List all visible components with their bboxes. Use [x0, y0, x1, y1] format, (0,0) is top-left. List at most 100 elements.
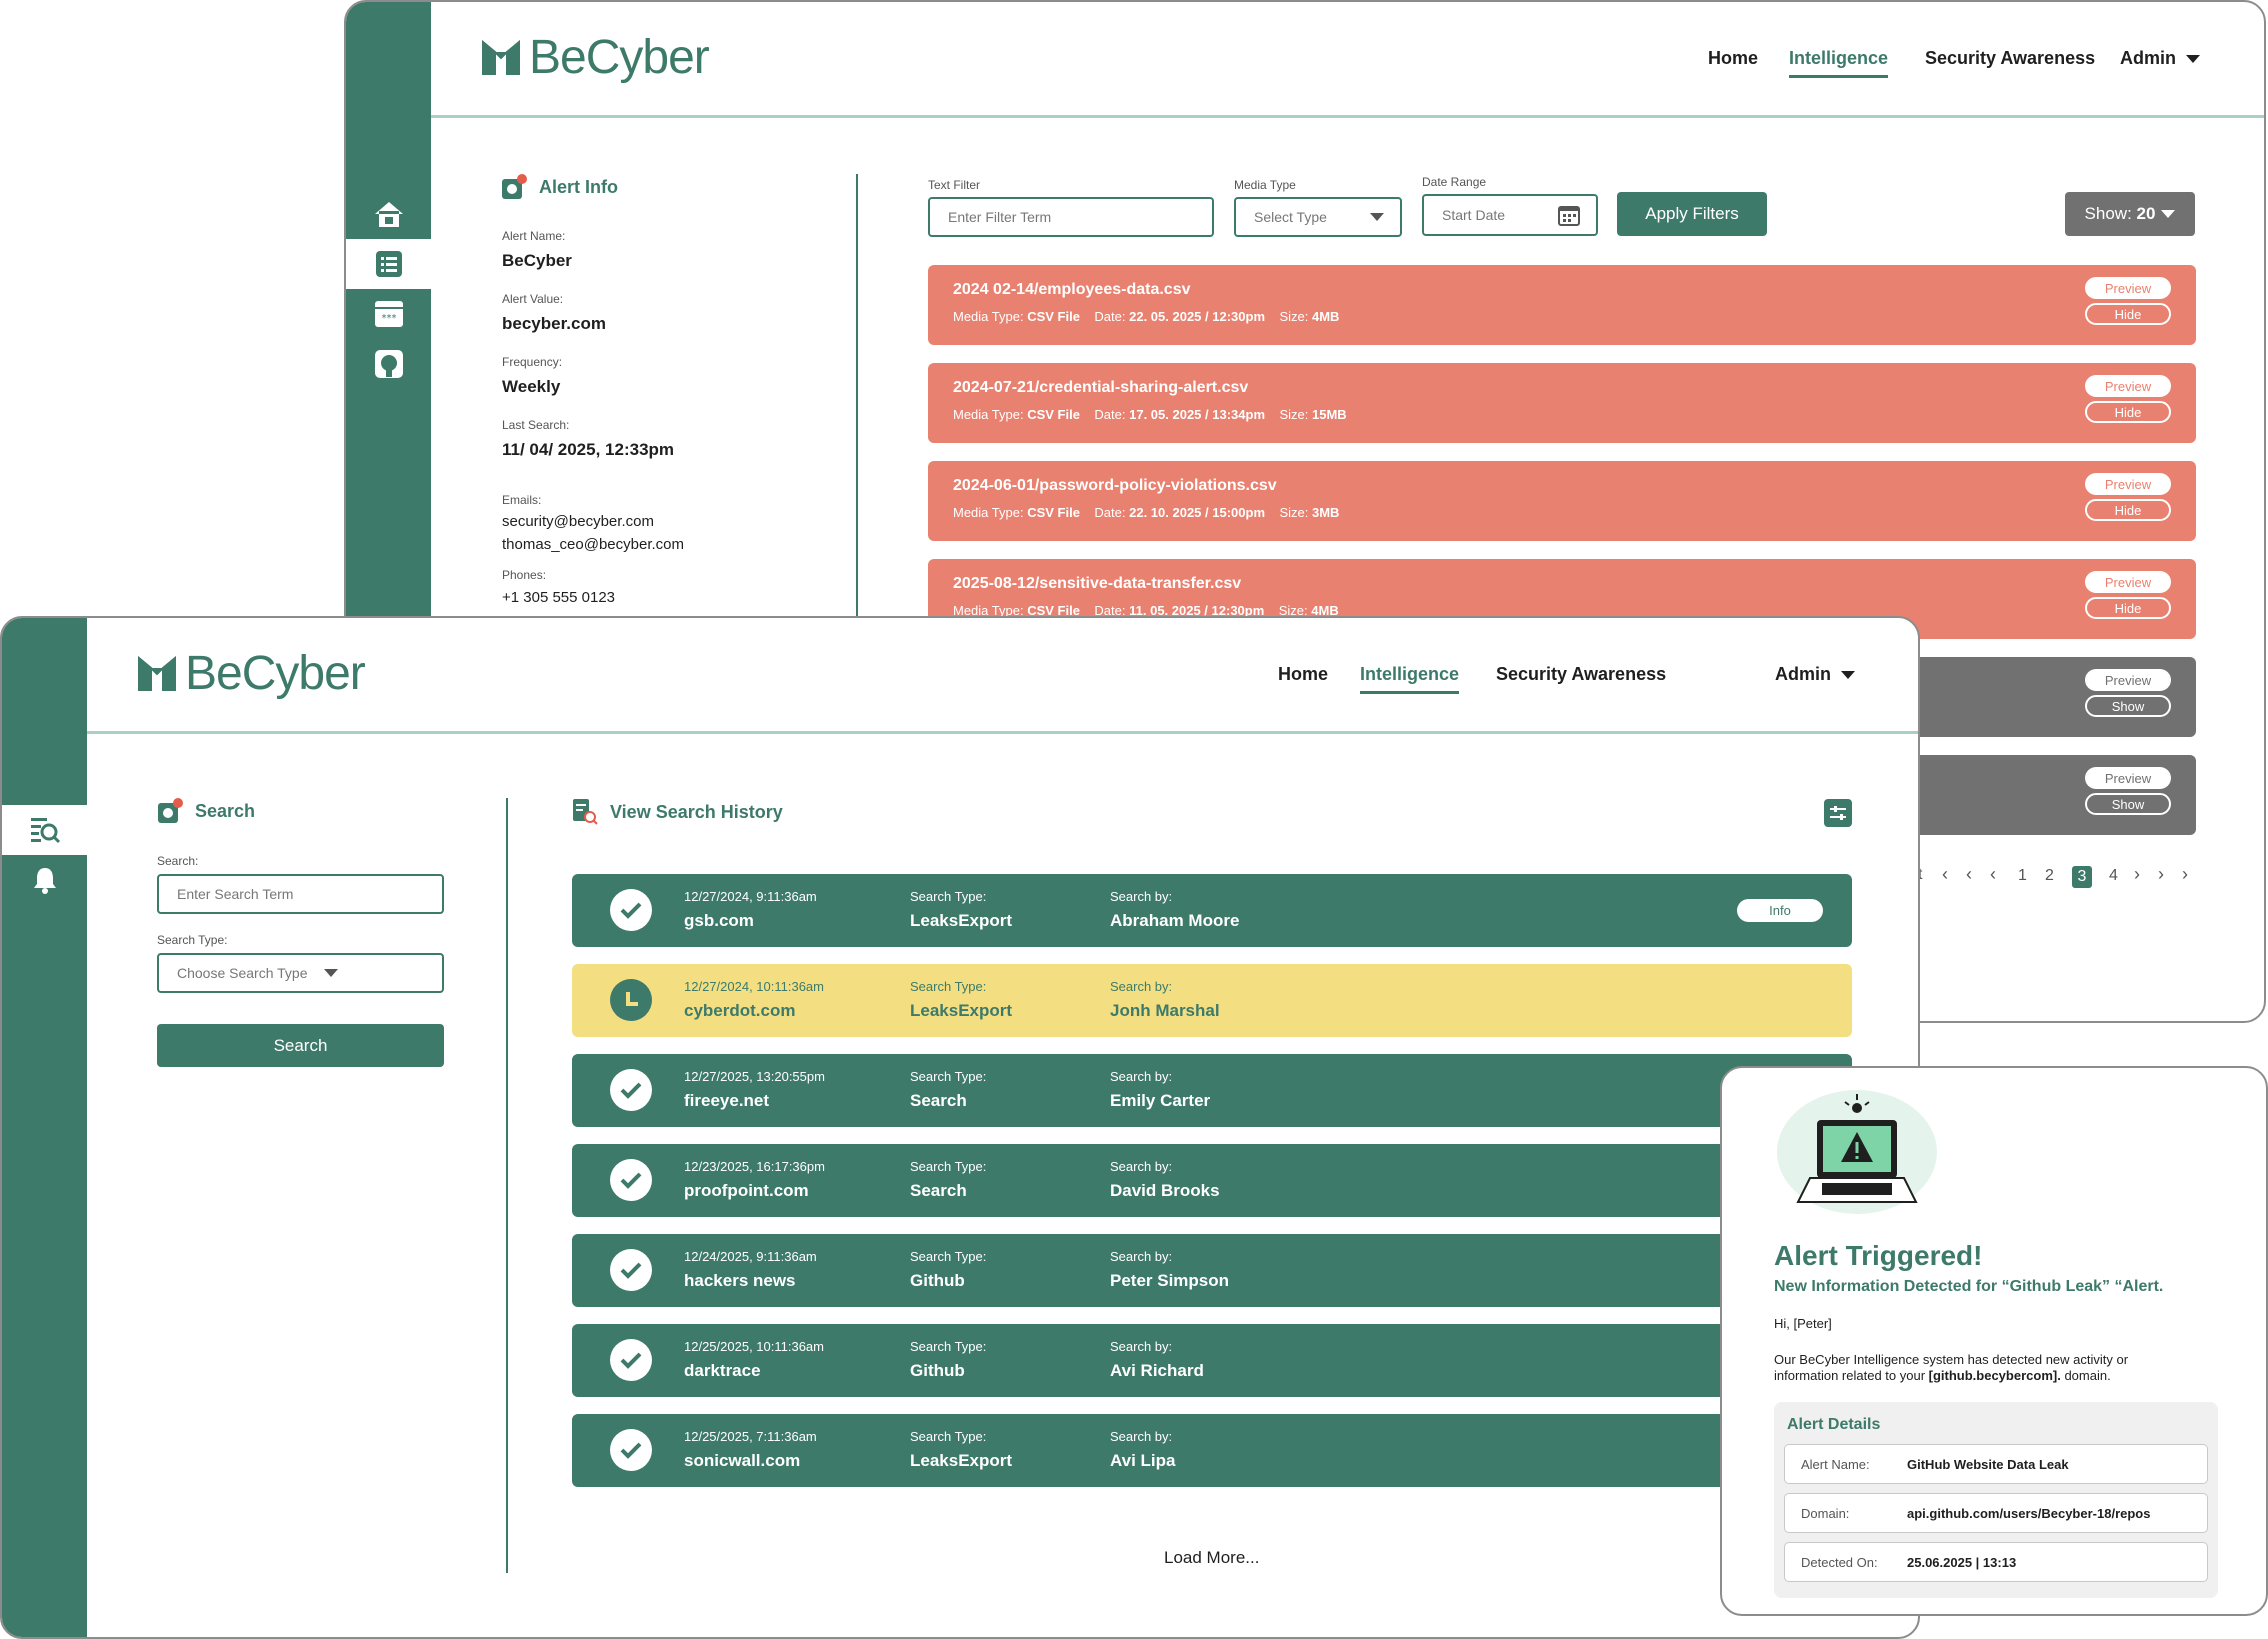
password-window-icon[interactable]: ***	[346, 289, 431, 339]
github-icon[interactable]	[346, 339, 431, 389]
detail-alert-name: Alert Name: GitHub Website Data Leak	[1784, 1444, 2208, 1484]
search-by-label: Search by:	[1110, 979, 1173, 994]
becyber-logo[interactable]: BeCyber	[137, 646, 366, 701]
search-type-select[interactable]: Choose Search Type	[157, 953, 444, 993]
text-filter-input[interactable]: Enter Filter Term	[928, 197, 1214, 237]
search-by-value: Jonh Marshal	[1110, 1001, 1220, 1020]
nav-home[interactable]: Home	[1708, 48, 1758, 69]
nav-home[interactable]: Home	[1278, 664, 1328, 685]
preview-button[interactable]: Preview	[2085, 767, 2171, 789]
alert-info-title: Alert Info	[501, 174, 618, 200]
alert-info-icon	[502, 174, 527, 199]
file-name: 2025-08-12/sensitive-data-transfer.csv	[953, 575, 1242, 592]
chevron-right-icon[interactable]: ›	[2134, 864, 2140, 885]
media-type-select[interactable]: Select Type	[1234, 197, 1402, 237]
history-row[interactable]: 12/25/2025, 7:11:36am sonicwall.com Sear…	[572, 1414, 1852, 1487]
media-value: CSV File	[1027, 407, 1080, 422]
search-list-icon[interactable]	[2, 805, 87, 855]
show-button[interactable]: Show	[2085, 695, 2171, 717]
list-icon[interactable]	[346, 239, 431, 289]
file-name: 2024-06-01/password-policy-violations.cs…	[953, 477, 1277, 494]
preview-button[interactable]: Preview	[2085, 277, 2171, 299]
page-current[interactable]: 3	[2072, 866, 2092, 888]
search-time: 12/27/2024, 10:11:36am	[684, 979, 824, 994]
calendar-icon[interactable]	[1558, 204, 1580, 226]
file-row[interactable]: 2024-06-01/password-policy-violations.cs…	[928, 461, 2196, 541]
preview-button[interactable]: Preview	[2085, 473, 2171, 495]
search-type-value: Choose Search Type	[177, 965, 308, 981]
laptop-warning-illustration	[1777, 1090, 1937, 1214]
phone-1: +1 305 555 0123	[502, 589, 616, 606]
detail-detected-on: Detected On: 25.06.2025 | 13:13	[1784, 1542, 2208, 1582]
search-type-label: Search Type:	[910, 1159, 987, 1174]
file-row[interactable]: 2024-07-21/credential-sharing-alert.csv …	[928, 363, 2196, 443]
nav-intelligence[interactable]: Intelligence	[1789, 48, 1889, 78]
top-header: BeCyber Home Intelligence Security Aware…	[431, 2, 2264, 118]
brand-name: BeCyber	[529, 31, 710, 84]
hide-button[interactable]: Hide	[2085, 401, 2171, 423]
file-meta: Media Type: CSV File Date: 22. 10. 2025 …	[953, 505, 1339, 520]
page-4[interactable]: 4	[2109, 867, 2118, 885]
page-2[interactable]: 2	[2045, 867, 2054, 885]
preview-button[interactable]: Preview	[2085, 571, 2171, 593]
text-filter-label: Text Filter	[928, 178, 981, 192]
nav-security-awareness[interactable]: Security Awareness	[1925, 48, 2095, 69]
history-row[interactable]: 12/23/2025, 16:17:36pm proofpoint.com Se…	[572, 1144, 1852, 1217]
hide-button[interactable]: Hide	[2085, 597, 2171, 619]
detail-value: 25.06.2025 | 13:13	[1907, 1555, 2017, 1570]
search-type-label: Search Type:	[910, 979, 987, 994]
size-value: 4MB	[1311, 309, 1340, 324]
search-domain: fireeye.net	[684, 1091, 770, 1110]
history-row[interactable]: 12/27/2025, 13:20:55pm fireeye.net Searc…	[572, 1054, 1852, 1127]
search-section-icon	[158, 798, 183, 823]
search-button[interactable]: Search	[157, 1024, 444, 1067]
file-row[interactable]: 2024 02-14/employees-data.csv Media Type…	[928, 265, 2196, 345]
search-domain: gsb.com	[684, 911, 754, 930]
admin-menu[interactable]: Admin	[1775, 664, 1855, 685]
search-window: BeCyber Home Intelligence Security Aware…	[0, 616, 1920, 1639]
chevron-left-icon[interactable]: ‹	[1966, 864, 1972, 885]
preview-button[interactable]: Preview	[2085, 375, 2171, 397]
sidebar	[2, 618, 87, 1637]
history-row[interactable]: 12/27/2024, 9:11:36am gsb.com Search Typ…	[572, 874, 1852, 947]
preview-button[interactable]: Preview	[2085, 669, 2171, 691]
bell-icon[interactable]	[2, 855, 87, 905]
search-input[interactable]: Enter Search Term	[157, 874, 444, 914]
media-label: Media Type:	[953, 505, 1024, 520]
becyber-logo[interactable]: BeCyber	[481, 30, 710, 85]
admin-menu[interactable]: Admin	[2120, 48, 2200, 69]
divider	[856, 174, 858, 634]
history-row[interactable]: 12/25/2025, 10:11:36am darktrace Search …	[572, 1324, 1852, 1397]
history-row[interactable]: 12/27/2024, 10:11:36am cyberdot.com Sear…	[572, 964, 1852, 1037]
search-domain: proofpoint.com	[684, 1181, 809, 1200]
nav-intelligence[interactable]: Intelligence	[1360, 664, 1460, 694]
file-name: 2024 02-14/employees-data.csv	[953, 281, 1191, 298]
home-icon[interactable]	[346, 189, 431, 239]
media-type-label: Media Type	[1234, 178, 1296, 192]
chevron-down-icon	[2186, 55, 2200, 64]
info-button[interactable]: Info	[1737, 899, 1823, 922]
divider	[506, 798, 508, 1573]
nav-security-awareness[interactable]: Security Awareness	[1496, 664, 1666, 685]
show-button[interactable]: Show	[2085, 793, 2171, 815]
sliders-icon[interactable]	[1824, 799, 1852, 827]
hide-button[interactable]: Hide	[2085, 499, 2171, 521]
apply-filters-button[interactable]: Apply Filters	[1617, 192, 1767, 236]
search-history-icon	[573, 799, 598, 825]
email-1: security@becyber.com	[502, 513, 654, 530]
detail-value: GitHub Website Data Leak	[1907, 1457, 2069, 1472]
chevron-right-icon[interactable]: ›	[2158, 864, 2164, 885]
search-history-title-text: View Search History	[610, 801, 783, 822]
history-row[interactable]: 12/24/2025, 9:11:36am hackers news Searc…	[572, 1234, 1852, 1307]
page-1[interactable]: 1	[2018, 867, 2027, 885]
hide-button[interactable]: Hide	[2085, 303, 2171, 325]
chevron-left-icon[interactable]: ‹	[1990, 864, 1996, 885]
search-by-label: Search by:	[1110, 1069, 1173, 1084]
chevron-right-icon[interactable]: ›	[2182, 864, 2188, 885]
file-meta: Media Type: CSV File Date: 17. 05. 2025 …	[953, 407, 1347, 422]
load-more-link[interactable]: Load More...	[1164, 1548, 1259, 1568]
search-history-title: View Search History	[572, 798, 783, 826]
show-count-select[interactable]: Show: 20	[2065, 192, 2195, 236]
date-range-input[interactable]: Start Date	[1422, 194, 1598, 236]
chevron-left-icon[interactable]: ‹	[1942, 864, 1948, 885]
